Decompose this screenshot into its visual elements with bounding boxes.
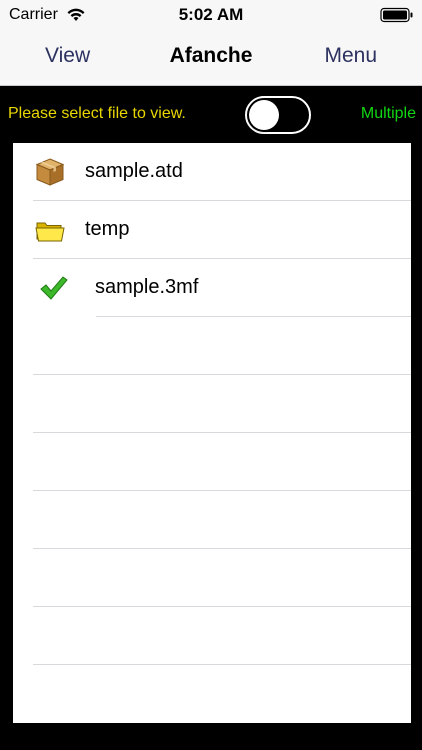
checkmark-icon xyxy=(37,272,69,304)
file-name: sample.atd xyxy=(85,160,183,182)
navigation-bar: View Afanche Menu xyxy=(0,30,422,86)
empty-row-divider xyxy=(33,490,411,491)
multiple-toggle[interactable] xyxy=(245,96,311,134)
file-row-sample-3mf[interactable]: sample.3mf xyxy=(13,259,411,317)
file-row-temp[interactable]: temp xyxy=(13,201,411,259)
multiple-label: Multiple xyxy=(360,105,416,122)
file-name: sample.3mf xyxy=(95,276,199,298)
file-row-sample-atd[interactable]: sample.atd xyxy=(13,143,411,201)
empty-row-divider xyxy=(33,548,411,549)
folder-icon xyxy=(34,214,66,246)
empty-row-divider xyxy=(33,432,411,433)
clock: 5:02 AM xyxy=(178,5,244,24)
select-file-prompt: Please select file to view. xyxy=(8,105,186,122)
file-list: sample.atd temp sample.3mf xyxy=(13,143,411,723)
package-icon xyxy=(34,156,66,188)
row-divider xyxy=(96,316,411,317)
empty-row-divider xyxy=(33,664,411,665)
empty-row-divider xyxy=(33,606,411,607)
menu-button[interactable]: Menu xyxy=(324,44,377,68)
battery-icon xyxy=(380,7,414,28)
selection-toolbar: Please select file to view. Multiple xyxy=(0,86,422,142)
status-bar: Carrier 5:02 AM xyxy=(0,0,422,30)
file-name: temp xyxy=(85,218,130,240)
toggle-knob xyxy=(249,100,279,130)
empty-row-divider xyxy=(33,374,411,375)
